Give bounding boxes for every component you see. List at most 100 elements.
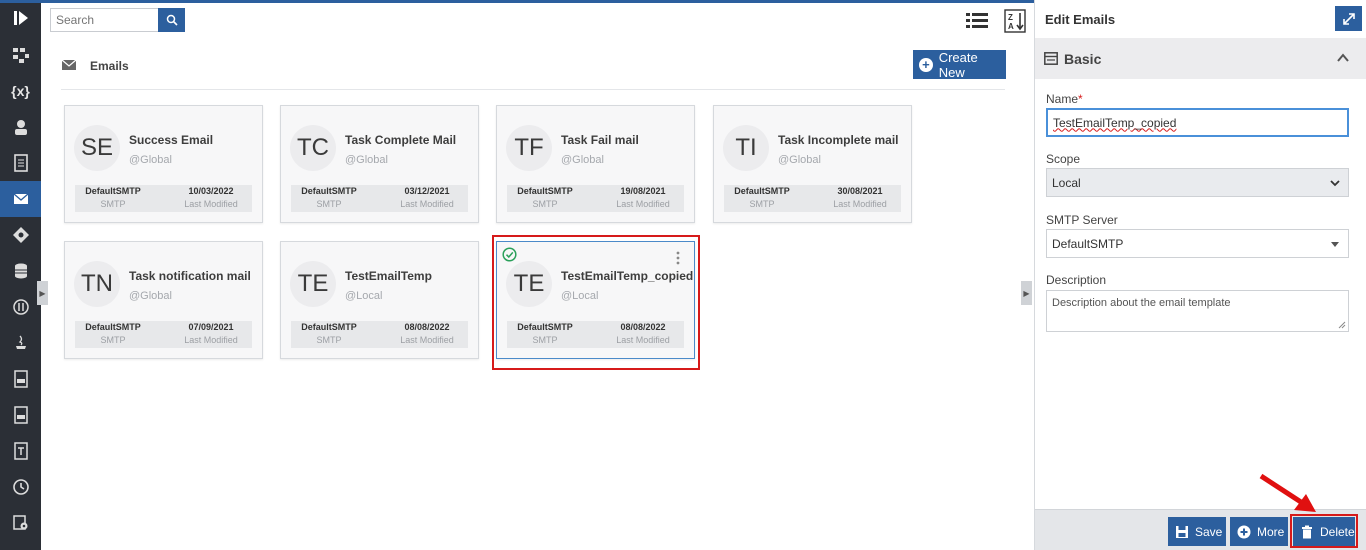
chevron-up-icon[interactable] bbox=[1336, 51, 1350, 65]
search-input[interactable] bbox=[51, 9, 157, 31]
basic-section-title: Basic bbox=[1064, 51, 1102, 67]
basic-section-header[interactable]: Basic bbox=[1035, 38, 1366, 79]
smtp-label: SMTP Server bbox=[1046, 213, 1118, 227]
card-meta: DefaultSMTP SMTP 08/08/2022 Last Modifie… bbox=[291, 321, 468, 348]
workflow-icon[interactable] bbox=[0, 37, 41, 73]
card-date-label: Last Modified bbox=[184, 199, 238, 209]
panel-title: Edit Emails bbox=[1045, 12, 1116, 27]
card-meta: DefaultSMTP SMTP 08/08/2022 Last Modifie… bbox=[507, 321, 684, 348]
name-label-text: Name bbox=[1046, 92, 1079, 106]
section-title: Emails bbox=[90, 59, 129, 73]
scope-label: Scope bbox=[1046, 152, 1081, 166]
resize-handle-icon[interactable] bbox=[1338, 321, 1346, 329]
card-smtp: DefaultSMTP bbox=[301, 186, 357, 196]
clock-icon[interactable] bbox=[0, 469, 41, 505]
list-view-icon[interactable] bbox=[966, 11, 988, 31]
more-button[interactable]: More bbox=[1230, 517, 1288, 546]
card-date-label: Last Modified bbox=[616, 335, 670, 345]
kebab-menu-icon[interactable] bbox=[676, 251, 680, 265]
avatar: SE bbox=[74, 125, 120, 171]
chevron-down-icon bbox=[1330, 180, 1340, 187]
file-type-icon[interactable] bbox=[0, 361, 41, 397]
variables-icon-glyph: {x} bbox=[11, 83, 30, 99]
email-card[interactable]: TN Task notification mail @Global Defaul… bbox=[64, 241, 263, 359]
card-meta: DefaultSMTP SMTP 07/09/2021 Last Modifie… bbox=[75, 321, 252, 348]
annotation-arrow-icon bbox=[1259, 473, 1316, 512]
save-button[interactable]: Save bbox=[1168, 517, 1226, 546]
card-smtp: DefaultSMTP bbox=[85, 322, 141, 332]
card-meta: DefaultSMTP SMTP 10/03/2022 Last Modifie… bbox=[75, 185, 252, 212]
create-new-label: Create New bbox=[938, 49, 978, 80]
email-card[interactable]: TF Task Fail mail @Global DefaultSMTP SM… bbox=[496, 105, 695, 223]
card-date: 30/08/2021 bbox=[837, 186, 883, 196]
card-smtp-label: SMTP bbox=[316, 199, 342, 209]
description-textarea[interactable]: Description about the email template bbox=[1046, 290, 1349, 332]
left-collapse-handle[interactable]: ▶ bbox=[37, 281, 48, 305]
svg-text:Z: Z bbox=[1008, 13, 1013, 22]
diamond-icon[interactable] bbox=[0, 217, 41, 253]
search-icon bbox=[166, 14, 178, 26]
card-date-label: Last Modified bbox=[400, 335, 454, 345]
java-icon[interactable] bbox=[0, 325, 41, 361]
plus-circle-icon: + bbox=[919, 57, 933, 72]
email-icon[interactable] bbox=[0, 181, 41, 217]
check-circle-icon bbox=[502, 247, 517, 262]
card-date-label: Last Modified bbox=[616, 199, 670, 209]
left-nav-rail: {x} bbox=[0, 0, 41, 550]
card-date-label: Last Modified bbox=[184, 335, 238, 345]
edit-panel: Edit Emails Basic Name* TestEmailTemp_co… bbox=[1034, 0, 1366, 550]
collapse-panel-icon[interactable] bbox=[0, 0, 41, 36]
name-label: Name* bbox=[1046, 92, 1083, 106]
dropdown-triangle-icon bbox=[1331, 242, 1339, 247]
name-field[interactable]: TestEmailTemp_copied bbox=[1046, 108, 1349, 137]
card-scope: @Local bbox=[345, 290, 383, 302]
card-smtp-label: SMTP bbox=[749, 199, 775, 209]
card-smtp-label: SMTP bbox=[532, 335, 558, 345]
email-card[interactable]: TI Task Incomplete mail @Global DefaultS… bbox=[713, 105, 912, 223]
card-date: 19/08/2021 bbox=[620, 186, 666, 196]
email-card[interactable]: TC Task Complete Mail @Global DefaultSMT… bbox=[280, 105, 479, 223]
smtp-server-select[interactable]: DefaultSMTP bbox=[1046, 229, 1349, 258]
svg-text:A: A bbox=[1008, 22, 1014, 31]
card-name: Task Fail mail bbox=[561, 133, 639, 147]
database-icon[interactable] bbox=[0, 253, 41, 289]
card-smtp: DefaultSMTP bbox=[517, 186, 573, 196]
card-date: 10/03/2022 bbox=[188, 186, 234, 196]
avatar: TF bbox=[506, 125, 552, 171]
email-card[interactable]: SE Success Email @Global DefaultSMTP SMT… bbox=[64, 105, 263, 223]
avatar: TE bbox=[290, 261, 336, 307]
email-card[interactable]: TE TestEmailTemp @Local DefaultSMTP SMTP… bbox=[280, 241, 479, 359]
scope-value: Local bbox=[1052, 175, 1081, 190]
card-scope: @Local bbox=[561, 290, 599, 302]
form-icon bbox=[1044, 52, 1058, 65]
card-date-label: Last Modified bbox=[400, 199, 454, 209]
code-circle-icon[interactable] bbox=[0, 289, 41, 325]
expand-button[interactable] bbox=[1335, 6, 1362, 31]
card-name: TestEmailTemp bbox=[345, 269, 432, 283]
right-collapse-handle[interactable]: ▶ bbox=[1021, 281, 1032, 305]
create-new-button[interactable]: + Create New bbox=[913, 49, 1006, 80]
scope-select[interactable]: Local bbox=[1046, 168, 1349, 197]
card-meta: DefaultSMTP SMTP 03/12/2021 Last Modifie… bbox=[291, 185, 468, 212]
settings-doc-icon[interactable] bbox=[0, 505, 41, 541]
card-smtp: DefaultSMTP bbox=[734, 186, 790, 196]
card-scope: @Global bbox=[345, 154, 388, 166]
card-smtp-label: SMTP bbox=[100, 335, 126, 345]
text-file-icon[interactable] bbox=[0, 433, 41, 469]
avatar: TI bbox=[723, 125, 769, 171]
plus-circle-icon bbox=[1237, 525, 1251, 538]
card-name: TestEmailTemp_copied bbox=[561, 269, 694, 283]
card-scope: @Global bbox=[778, 154, 821, 166]
smtp-value: DefaultSMTP bbox=[1052, 236, 1124, 251]
delete-highlight bbox=[1290, 514, 1358, 548]
user-icon[interactable] bbox=[0, 109, 41, 145]
card-smtp-label: SMTP bbox=[100, 199, 126, 209]
card-date-label: Last Modified bbox=[833, 199, 887, 209]
sort-az-icon[interactable]: Z A bbox=[1004, 9, 1026, 33]
search-button[interactable] bbox=[158, 8, 185, 32]
email-card-selected[interactable]: TE TestEmailTemp_copied @Local DefaultSM… bbox=[496, 241, 695, 359]
file-type-2-icon[interactable] bbox=[0, 397, 41, 433]
description-value: Description about the email template bbox=[1052, 297, 1231, 309]
variables-icon[interactable]: {x} bbox=[0, 73, 41, 109]
document-icon[interactable] bbox=[0, 145, 41, 181]
